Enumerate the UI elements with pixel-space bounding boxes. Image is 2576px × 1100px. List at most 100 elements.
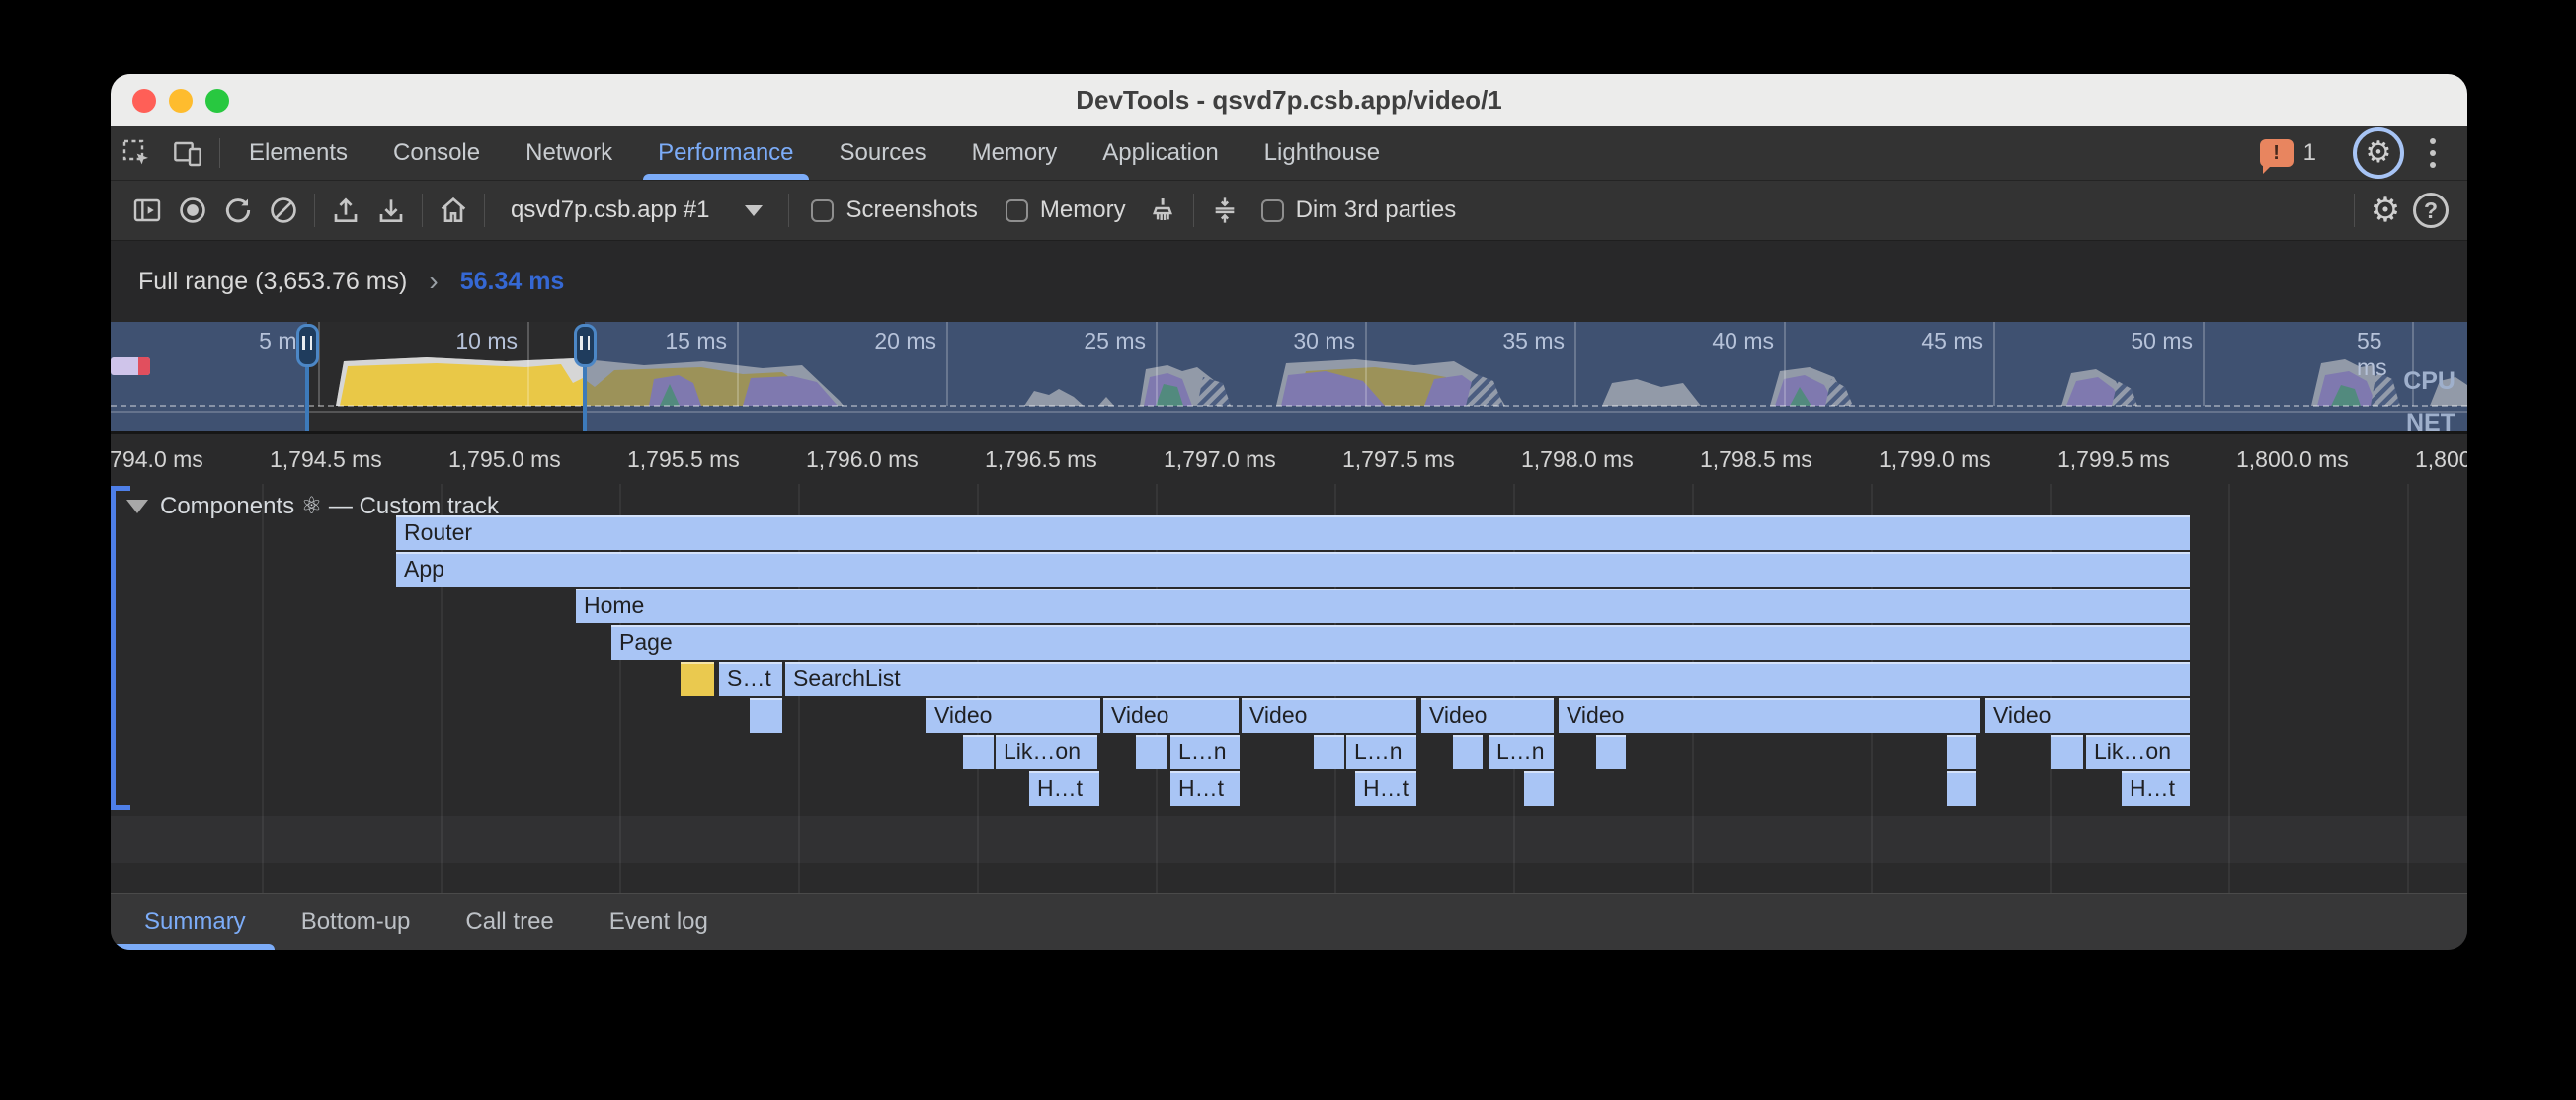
flame-bar-home[interactable]: Home: [576, 589, 2190, 623]
memory-checkbox[interactable]: Memory: [992, 196, 1140, 224]
more-options-kebab-icon[interactable]: [2414, 138, 2452, 168]
toolbar-separator2: [422, 194, 423, 227]
minimap-tick-label: 55 ms: [2357, 328, 2412, 381]
close-window-button[interactable]: [132, 89, 156, 113]
flame-bar-ln[interactable]: L…n: [1346, 735, 1416, 769]
flame-bar-video[interactable]: Video: [1985, 698, 2190, 733]
flame-bar[interactable]: [963, 735, 994, 769]
upload-profile-icon[interactable]: [323, 188, 368, 233]
flame-bar-ln[interactable]: L…n: [1489, 735, 1554, 769]
flame-bar-ht[interactable]: H…t: [2122, 771, 2190, 806]
tab-application[interactable]: Application: [1080, 126, 1241, 180]
tab-console[interactable]: Console: [370, 126, 503, 180]
tab-call-tree[interactable]: Call tree: [438, 908, 581, 936]
titlebar[interactable]: DevTools - qsvd7p.csb.app/video/1: [111, 74, 2467, 126]
network-request-bar: [111, 357, 150, 375]
record-icon[interactable]: [170, 188, 215, 233]
capture-settings-gear-icon[interactable]: ⚙: [2363, 188, 2408, 233]
flame-bar-video[interactable]: Video: [926, 698, 1100, 733]
issues-count[interactable]: 1: [2303, 139, 2316, 167]
flame-bar-video[interactable]: Video: [1103, 698, 1239, 733]
flame-gridline: [2407, 484, 2409, 893]
checkbox-icon: [1261, 199, 1284, 222]
minimize-window-button[interactable]: [169, 89, 193, 113]
flame-gridline: [262, 484, 264, 893]
home-icon[interactable]: [431, 188, 476, 233]
flame-bar[interactable]: [1314, 735, 1344, 769]
breadcrumb-full-range[interactable]: Full range (3,653.76 ms): [138, 268, 407, 296]
flame-bar[interactable]: [750, 698, 782, 733]
screenshots-label: Screenshots: [845, 196, 977, 224]
breadcrumb-selection[interactable]: 56.34 ms: [460, 268, 565, 296]
flame-bar[interactable]: [1136, 735, 1167, 769]
flame-bar[interactable]: [1524, 771, 1554, 806]
flame-bar[interactable]: [681, 662, 714, 696]
flame-ruler-label: 1,798.5 ms: [1700, 446, 1812, 473]
toolbar-separator4: [788, 194, 789, 227]
flame-bar-video[interactable]: Video: [1421, 698, 1554, 733]
dim-3rd-parties-checkbox[interactable]: Dim 3rd parties: [1248, 196, 1471, 224]
flame-bar-st[interactable]: S…t: [719, 662, 782, 696]
settings-gear-icon[interactable]: ⚙: [2353, 127, 2404, 179]
timeline-minimap[interactable]: CPU NET 5 ms10 ms15 ms20 ms25 ms30 ms35 …: [111, 322, 2467, 434]
flame-bar-ht[interactable]: H…t: [1170, 771, 1240, 806]
tab-performance[interactable]: Performance: [635, 126, 816, 180]
flame-bar-router[interactable]: Router: [396, 515, 2190, 550]
download-profile-icon[interactable]: [368, 188, 414, 233]
record-and-reload-icon[interactable]: [215, 188, 261, 233]
inspect-element-icon[interactable]: [111, 126, 162, 180]
collapse-icon[interactable]: [1202, 188, 1248, 233]
tab-bottom-up[interactable]: Bottom-up: [274, 908, 439, 936]
flame-bar[interactable]: [1453, 735, 1483, 769]
zoom-window-button[interactable]: [205, 89, 229, 113]
toolbar-right: ⚙ ?: [2346, 188, 2454, 233]
panel-tabs: ElementsConsoleNetworkPerformanceSources…: [226, 126, 1403, 180]
net-lane-label: NET: [2406, 409, 2455, 434]
left-window-handle[interactable]: [296, 324, 319, 367]
tab-elements[interactable]: Elements: [226, 126, 370, 180]
flamechart-canvas[interactable]: Components ⚛ — Custom track RouterAppHom…: [111, 484, 2467, 893]
chevron-down-icon: [745, 205, 763, 216]
flame-bar-ln[interactable]: L…n: [1170, 735, 1240, 769]
minimap-tick-label: 10 ms: [455, 328, 527, 354]
flame-bar-page[interactable]: Page: [611, 625, 2190, 660]
collapse-triangle-icon[interactable]: [126, 500, 148, 513]
flame-bar[interactable]: [2051, 735, 2083, 769]
tab-memory[interactable]: Memory: [949, 126, 1081, 180]
minimap-gridline: [737, 322, 739, 406]
flame-bar-ht[interactable]: H…t: [1029, 771, 1099, 806]
tab-summary[interactable]: Summary: [117, 908, 274, 936]
clear-recording-icon[interactable]: [261, 188, 306, 233]
minimap-tick-label: 40 ms: [1712, 328, 1784, 354]
flame-bar[interactable]: [1596, 735, 1626, 769]
tab-sources[interactable]: Sources: [817, 126, 949, 180]
flame-ruler-label: 1,799.5 ms: [2057, 446, 2170, 473]
flame-bar-video[interactable]: Video: [1559, 698, 1980, 733]
history-dropdown[interactable]: qsvd7p.csb.app #1: [493, 196, 780, 224]
flame-bar-likon[interactable]: Lik…on: [2086, 735, 2190, 769]
flame-bar-searchlist[interactable]: SearchList: [785, 662, 2190, 696]
garbage-collect-brush-icon[interactable]: [1140, 188, 1185, 233]
tab-event-log[interactable]: Event log: [582, 908, 736, 936]
flame-bar-app[interactable]: App: [396, 552, 2190, 587]
device-toolbar-icon[interactable]: [162, 126, 213, 180]
issues-warning-icon[interactable]: !: [2260, 139, 2294, 167]
flame-bar[interactable]: [1947, 771, 1976, 806]
minimap-gridline: [527, 322, 529, 406]
flame-bar-likon[interactable]: Lik…on: [996, 735, 1097, 769]
minimap-tick-label: 20 ms: [874, 328, 946, 354]
flame-bar-video[interactable]: Video: [1242, 698, 1416, 733]
right-window-handle[interactable]: [574, 324, 597, 367]
performance-content: Full range (3,653.76 ms) › 56.34 ms CPU …: [111, 241, 2467, 950]
show-sidebar-icon[interactable]: [124, 188, 170, 233]
flame-bar[interactable]: [1947, 735, 1976, 769]
screenshots-checkbox[interactable]: Screenshots: [797, 196, 991, 224]
track-header[interactable]: Components ⚛ — Custom track: [126, 492, 499, 520]
help-icon[interactable]: ?: [2408, 188, 2454, 233]
minimap-tick-label: 35 ms: [1502, 328, 1574, 354]
tab-network[interactable]: Network: [503, 126, 635, 180]
tab-lighthouse[interactable]: Lighthouse: [1242, 126, 1403, 180]
flame-bar-ht[interactable]: H…t: [1355, 771, 1416, 806]
details-tabbar: SummaryBottom-upCall treeEvent log: [111, 893, 2467, 950]
flame-ruler-label: 1,795.5 ms: [627, 446, 740, 473]
